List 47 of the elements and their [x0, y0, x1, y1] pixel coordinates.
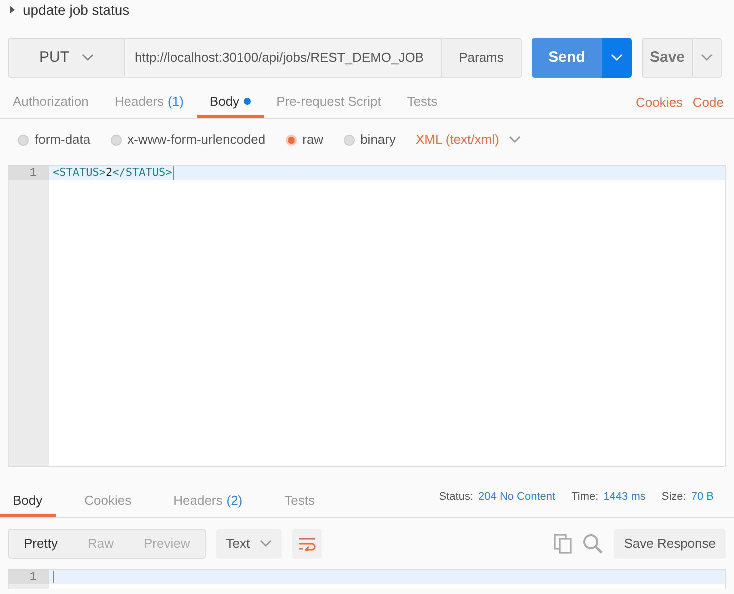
send-button[interactable]: Send — [532, 38, 602, 78]
body-mode-radio[interactable]: form-data — [18, 130, 91, 150]
expand-icon[interactable] — [10, 6, 15, 14]
body-mode-radio[interactable]: raw — [286, 130, 324, 150]
meta-label: Status: — [439, 490, 474, 504]
line-number: 1 — [9, 166, 49, 180]
request-tab[interactable]: Body — [196, 88, 264, 118]
line-number: 1 — [9, 570, 49, 584]
code-editor[interactable]: 1 — [8, 569, 726, 589]
request-tab[interactable]: Tests — [394, 88, 451, 118]
text-cursor — [53, 571, 54, 583]
request-name: update job status — [23, 0, 130, 20]
meta-value: 204 No Content — [478, 490, 556, 504]
search-button[interactable] — [582, 533, 604, 555]
view-mode-button[interactable]: Raw — [72, 530, 129, 558]
chevron-down-icon — [509, 136, 522, 144]
view-mode-button[interactable]: Preview — [128, 530, 206, 558]
view-mode-button[interactable]: Pretty — [9, 530, 73, 558]
response-tab[interactable]: Body — [0, 487, 56, 517]
chevron-down-icon — [260, 540, 272, 548]
response-tab[interactable]: Tests — [272, 487, 328, 517]
link[interactable]: Cookies — [636, 92, 683, 112]
response-tab[interactable]: Headers (2) — [160, 487, 256, 517]
meta-label: Size: — [662, 490, 686, 504]
request-tab[interactable]: Headers (1) — [102, 88, 197, 118]
copy-icon — [554, 534, 572, 554]
send-options-button[interactable] — [602, 38, 632, 78]
caret-icon — [611, 54, 623, 62]
meta-label: Time: — [572, 490, 599, 504]
wrap-lines-button[interactable] — [292, 529, 322, 559]
meta-value: 70 B — [691, 490, 714, 504]
body-mode-radio[interactable]: binary — [344, 130, 396, 150]
wrap-icon — [298, 537, 316, 551]
link[interactable]: Code — [692, 92, 724, 112]
body-mode-radio[interactable]: x-www-form-urlencoded — [110, 130, 266, 150]
format-dropdown[interactable]: XML (text/xml) — [416, 130, 522, 150]
code-line: <STATUS>2</STATUS> — [53, 166, 174, 180]
caret-icon — [701, 54, 713, 62]
format-dropdown[interactable]: Text — [216, 529, 282, 559]
request-tab[interactable]: Authorization — [0, 88, 102, 118]
meta-value: 1443 ms — [604, 490, 646, 504]
save-response-button[interactable]: Save Response — [614, 529, 726, 559]
copy-button[interactable] — [552, 533, 574, 555]
response-tab[interactable]: Cookies — [72, 487, 145, 517]
request-tab[interactable]: Pre-request Script — [264, 88, 394, 118]
code-editor[interactable]: 1 <STATUS>2</STATUS> — [8, 165, 726, 467]
search-icon — [583, 534, 604, 554]
